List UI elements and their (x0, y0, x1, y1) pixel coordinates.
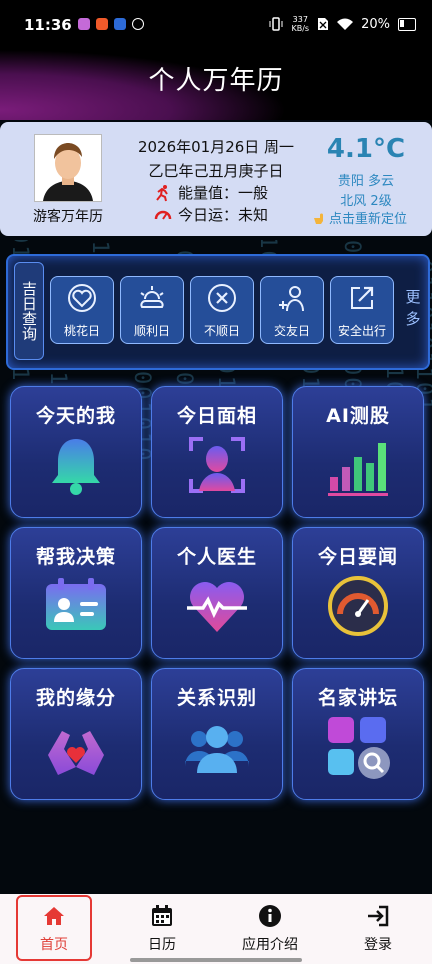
gesture-bar (130, 958, 302, 962)
sun-cloud-icon (140, 286, 164, 308)
nav-label: 日历 (148, 937, 176, 953)
hands-heart-icon (48, 731, 104, 775)
tile-label: 今天的我 (35, 405, 116, 427)
weather-city: 贵阳 多云 (337, 174, 395, 189)
tile-today-news[interactable]: 今日要闻 (292, 527, 424, 659)
avatar[interactable] (34, 134, 102, 202)
relocate-button[interactable]: 点击重新定位 (312, 208, 422, 227)
speedometer-icon (154, 210, 172, 220)
jiri-item-smooth[interactable]: 顺利日 (120, 276, 184, 344)
more-button[interactable]: 更多 (404, 286, 422, 330)
status-bar: 11:36 337 KB/s 20% (0, 0, 432, 52)
face-scan-icon (189, 437, 245, 493)
tile-relationship[interactable]: 关系识别 (151, 668, 283, 800)
tile-label: 帮我决策 (35, 546, 116, 568)
nav-login[interactable]: 登录 (324, 894, 432, 964)
bar-chart-icon (328, 443, 388, 496)
battery-percent: 20% (361, 16, 390, 32)
jiri-panel: 吉日查询 桃花日 顺利日 不顺日 交友日 安全出行 更多 (6, 254, 430, 370)
page-title: 个人万年历 (148, 66, 284, 96)
jiri-item-label: 顺利日 (133, 324, 170, 338)
group-icon (185, 726, 249, 773)
id-card-icon (46, 578, 106, 630)
notification-icons (78, 18, 144, 30)
relocate-text: 点击重新定位 (329, 212, 408, 227)
energy-text: 能量值：一般 (178, 184, 269, 202)
gauge-icon (328, 576, 388, 636)
avatar-icon (35, 135, 101, 201)
net-speed-unit: KB/s (291, 24, 310, 33)
tile-label: 今日要闻 (317, 546, 398, 568)
jiri-item-label: 安全出行 (337, 324, 386, 338)
pointing-hand-icon (314, 213, 323, 224)
tile-label: 个人医生 (176, 546, 257, 568)
battery-icon (398, 17, 416, 31)
nav-label: 应用介绍 (242, 937, 298, 953)
tile-today-me[interactable]: 今天的我 (10, 386, 142, 518)
tile-personal-doctor[interactable]: 个人医生 (151, 527, 283, 659)
luck-row: 今日运：未知 (154, 204, 268, 225)
net-speed-value: 337 (292, 15, 308, 24)
info-card: 游客万年历 2026年01月26日 周一 乙巳年己丑月庚子日 能量值：一般 今日… (0, 122, 432, 236)
export-icon (351, 286, 374, 309)
jiri-item-unlucky[interactable]: 不顺日 (190, 276, 254, 344)
energy-row: 能量值：一般 (154, 182, 268, 203)
net-speed: 337 KB/s (291, 15, 309, 33)
jiri-item-make-friends[interactable]: 交友日 (260, 276, 324, 344)
tile-my-fate[interactable]: 我的缘分 (10, 668, 142, 800)
login-icon (368, 905, 389, 927)
status-time: 11:36 (24, 16, 72, 34)
jiri-item-peach-blossom[interactable]: 桃花日 (50, 276, 114, 344)
tile-label: 今日面相 (176, 405, 257, 427)
running-icon (156, 184, 168, 201)
tile-label: 我的缘分 (35, 687, 116, 709)
guest-name: 游客万年历 (33, 209, 103, 225)
app-notification-icon (96, 18, 108, 30)
tile-masters-forum[interactable]: 名家讲坛 (292, 668, 424, 800)
lunar-date: 乙巳年己丑月庚子日 (148, 162, 284, 180)
nav-label: 登录 (364, 937, 392, 953)
solar-date: 2026年01月26日 周一 (137, 138, 295, 156)
tile-label: 关系识别 (176, 687, 257, 709)
nav-app-intro[interactable]: 应用介绍 (216, 894, 324, 964)
jiri-item-label: 不顺日 (203, 324, 240, 338)
no-sim-icon (318, 18, 329, 30)
tile-label: AI测股 (326, 405, 390, 427)
status-right: 337 KB/s 20% (269, 15, 416, 33)
bell-icon (52, 439, 100, 495)
wifi-icon (337, 18, 354, 30)
tile-help-decide[interactable]: 帮我决策 (10, 527, 142, 659)
heart-icon (68, 284, 96, 312)
tile-face-reading[interactable]: 今日面相 (151, 386, 283, 518)
app-notification-icon (132, 18, 144, 30)
calendar-icon (152, 905, 172, 926)
jiri-item-label: 交友日 (273, 324, 310, 338)
app-notification-icon (114, 18, 126, 30)
vibrate-icon (269, 17, 283, 31)
nav-calendar[interactable]: 日历 (108, 894, 216, 964)
jiri-item-label: 桃花日 (63, 324, 100, 338)
x-circle-icon (208, 284, 236, 312)
heartbeat-icon (187, 582, 247, 632)
app-notification-icon (78, 18, 90, 30)
jiri-item-safe-travel[interactable]: 安全出行 (330, 276, 394, 344)
jiri-label: 吉日查询 (14, 262, 44, 360)
active-tab-highlight (16, 895, 92, 961)
apps-search-icon (328, 717, 390, 779)
add-friend-icon (279, 286, 304, 312)
weather-wind: 北风 2级 (340, 194, 392, 209)
luck-text: 今日运：未知 (178, 206, 269, 224)
temperature: 4.1°C (326, 134, 406, 164)
tile-label: 名家讲坛 (317, 687, 398, 709)
tile-ai-stock[interactable]: AI测股 (292, 386, 424, 518)
info-icon (259, 905, 281, 927)
